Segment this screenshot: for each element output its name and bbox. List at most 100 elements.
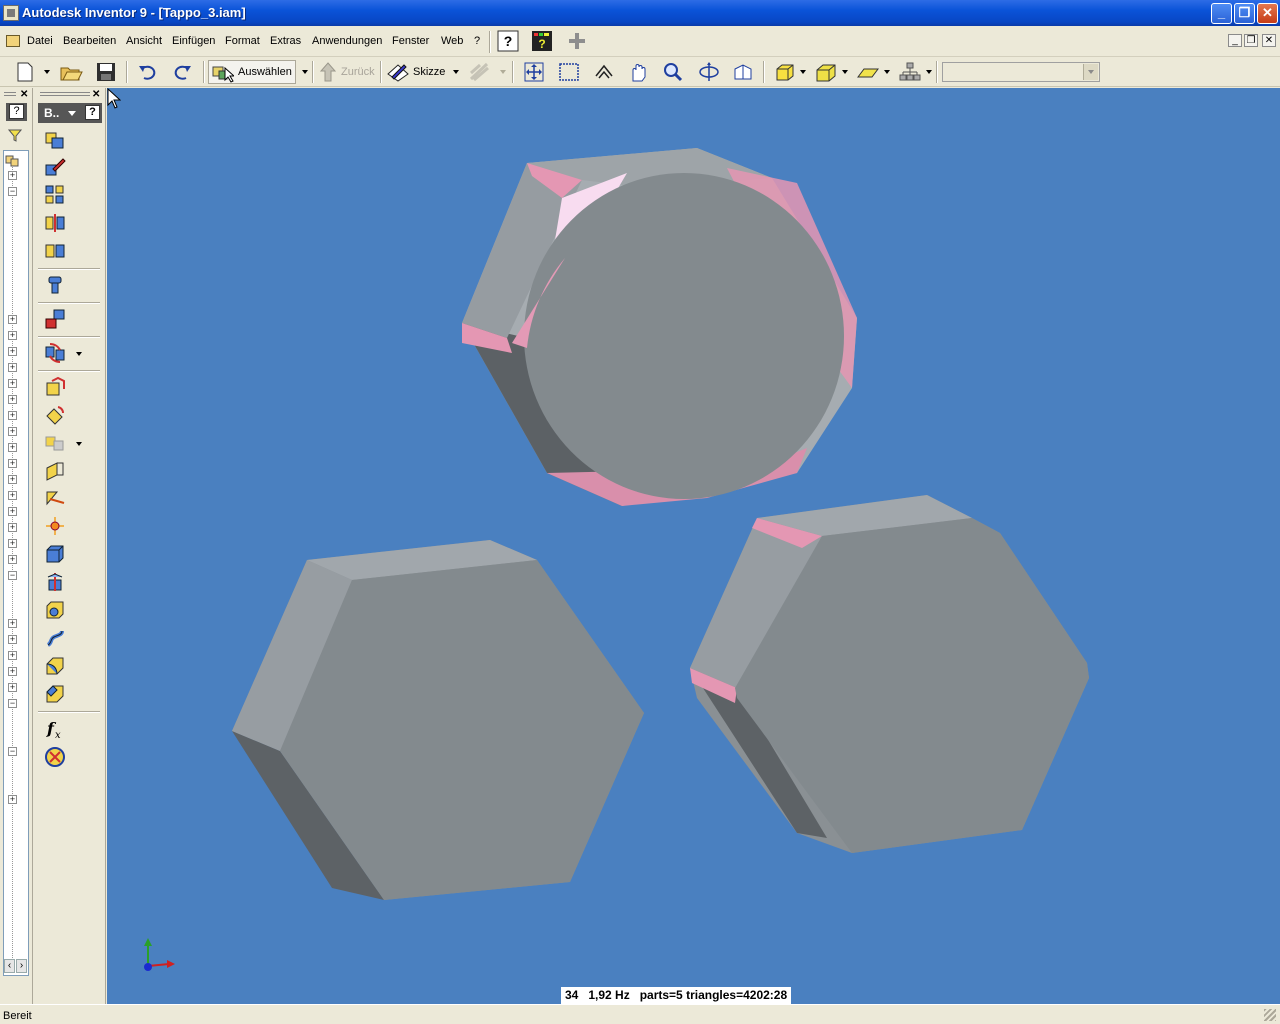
- tree-expander[interactable]: +: [8, 315, 17, 324]
- add-icon[interactable]: [567, 31, 587, 51]
- browser-tree[interactable]: + − + + + + + + + + + + + + + + + + − + …: [3, 150, 29, 976]
- tree-expander[interactable]: −: [8, 187, 17, 196]
- tree-expander[interactable]: +: [8, 683, 17, 692]
- select-dropdown-arrow[interactable]: [302, 70, 308, 74]
- hole-icon[interactable]: [44, 599, 66, 621]
- resize-grip-icon[interactable]: [1264, 1009, 1276, 1021]
- copy-component-icon[interactable]: [44, 240, 66, 262]
- tree-expander[interactable]: +: [8, 619, 17, 628]
- close-button[interactable]: ✕: [1257, 3, 1278, 24]
- tree-expander[interactable]: +: [8, 363, 17, 372]
- menu-ansicht[interactable]: Ansicht: [126, 35, 162, 47]
- bolted-connection-icon[interactable]: [44, 274, 66, 296]
- browser-help-button[interactable]: ?: [9, 104, 24, 119]
- display-mode-icon[interactable]: [773, 61, 797, 83]
- structure-dropdown-arrow[interactable]: [926, 70, 932, 74]
- new-dropdown-arrow[interactable]: [44, 70, 50, 74]
- part-hex-right[interactable]: [690, 495, 1089, 853]
- zoom-all-icon[interactable]: [522, 61, 546, 83]
- sweep-icon[interactable]: [44, 627, 66, 649]
- menu-einfuegen[interactable]: Einfügen: [172, 35, 215, 47]
- replace-component-icon[interactable]: [44, 342, 66, 364]
- tree-expander[interactable]: +: [8, 523, 17, 532]
- menu-bearbeiten[interactable]: Bearbeiten: [63, 35, 116, 47]
- tree-expander[interactable]: +: [8, 427, 17, 436]
- part-cap-top[interactable]: [462, 148, 857, 506]
- horizontal-scrollbar[interactable]: ‹ ›: [4, 959, 28, 973]
- help-icon[interactable]: ?: [497, 30, 519, 52]
- app-icon[interactable]: [3, 5, 19, 21]
- tree-expander[interactable]: +: [8, 667, 17, 676]
- mdi-restore-button[interactable]: ❐: [1244, 34, 1258, 47]
- menu-extras[interactable]: Extras: [270, 35, 301, 47]
- design-accelerator-icon[interactable]: [44, 746, 66, 768]
- tree-expander[interactable]: −: [8, 699, 17, 708]
- whats-this-icon[interactable]: ?: [531, 30, 553, 52]
- tree-expander[interactable]: +: [8, 411, 17, 420]
- ground-plane-icon[interactable]: [856, 61, 880, 83]
- work-axis-icon[interactable]: [44, 487, 66, 509]
- place-component-icon[interactable]: [44, 129, 66, 151]
- replace-dropdown-arrow[interactable]: [76, 352, 82, 356]
- work-point-icon[interactable]: [44, 515, 66, 537]
- menu-web[interactable]: Web: [441, 35, 463, 47]
- zoom-icon[interactable]: [592, 61, 616, 83]
- mdi-close-button[interactable]: ✕: [1262, 34, 1276, 47]
- graphics-viewport[interactable]: 34 1,92 Hz parts=5 triangles=4202:28: [107, 88, 1280, 1004]
- new-file-icon[interactable]: [13, 61, 37, 83]
- part-hex-left[interactable]: [232, 540, 644, 900]
- zoom-selected-icon[interactable]: [661, 61, 685, 83]
- minimize-button[interactable]: _: [1211, 3, 1232, 24]
- tree-expander[interactable]: +: [8, 443, 17, 452]
- tree-expander[interactable]: +: [8, 395, 17, 404]
- tree-expander[interactable]: +: [8, 635, 17, 644]
- move-component-icon[interactable]: [44, 376, 66, 398]
- tree-expander[interactable]: +: [8, 651, 17, 660]
- scroll-left-icon[interactable]: ‹: [4, 959, 15, 973]
- section-dropdown-arrow[interactable]: [76, 442, 82, 446]
- menu-help[interactable]: ?: [474, 35, 480, 47]
- back-label[interactable]: Zurück: [341, 66, 375, 78]
- panel-grip[interactable]: [4, 92, 16, 96]
- tree-expander[interactable]: +: [8, 491, 17, 500]
- structure-icon[interactable]: [898, 61, 922, 83]
- panel-bar-close-icon[interactable]: ✕: [92, 89, 100, 100]
- revolve-icon[interactable]: [44, 571, 66, 593]
- open-folder-icon[interactable]: [59, 61, 83, 83]
- sketch-label[interactable]: Skizze: [413, 66, 445, 78]
- save-icon[interactable]: [94, 61, 118, 83]
- tree-expander[interactable]: +: [8, 459, 17, 468]
- tree-expander[interactable]: −: [8, 571, 17, 580]
- display-dropdown-arrow[interactable]: [800, 70, 806, 74]
- panel-header[interactable]: B.. ?: [38, 103, 102, 123]
- panel-bar-grip[interactable]: [40, 92, 90, 96]
- tree-expander[interactable]: +: [8, 555, 17, 564]
- tree-expander[interactable]: +: [8, 347, 17, 356]
- section-view-icon[interactable]: [44, 431, 66, 453]
- redo-icon[interactable]: [170, 61, 194, 83]
- menu-anwendungen[interactable]: Anwendungen: [312, 35, 382, 47]
- chamfer-icon[interactable]: [44, 683, 66, 705]
- fillet-icon[interactable]: [44, 655, 66, 677]
- tree-expander[interactable]: +: [8, 507, 17, 516]
- constraint-icon[interactable]: [44, 308, 66, 330]
- pan-icon[interactable]: [627, 61, 651, 83]
- menu-datei[interactable]: Datei: [27, 35, 53, 47]
- document-icon[interactable]: [6, 35, 20, 47]
- work-plane-icon[interactable]: [44, 460, 66, 482]
- chevron-down-icon[interactable]: [1083, 64, 1098, 80]
- mirror-component-icon[interactable]: [44, 212, 66, 234]
- mdi-minimize-button[interactable]: _: [1228, 34, 1242, 47]
- shaded-dropdown-arrow[interactable]: [842, 70, 848, 74]
- pattern-component-icon[interactable]: [44, 184, 66, 206]
- tree-expander[interactable]: +: [8, 379, 17, 388]
- tree-expander[interactable]: +: [8, 539, 17, 548]
- look-at-icon[interactable]: [731, 61, 755, 83]
- browser-close-icon[interactable]: ✕: [20, 89, 28, 100]
- restore-button[interactable]: ❐: [1234, 3, 1255, 24]
- sketch-dropdown-arrow[interactable]: [453, 70, 459, 74]
- tree-expander[interactable]: −: [8, 747, 17, 756]
- scroll-right-icon[interactable]: ›: [16, 959, 27, 973]
- filter-icon[interactable]: [8, 128, 22, 142]
- shaded-display-icon[interactable]: [814, 61, 838, 83]
